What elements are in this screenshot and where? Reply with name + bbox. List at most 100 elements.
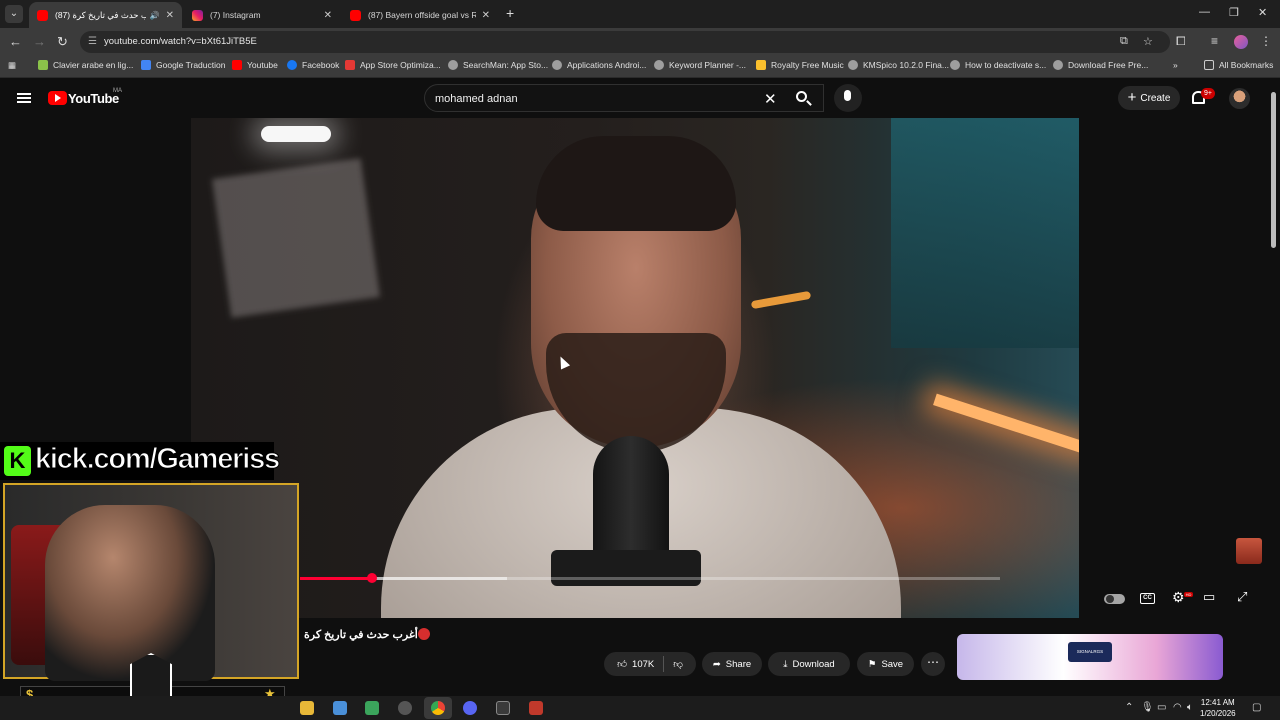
tab-bayern-video[interactable]: (87) Bayern offside goal vs Real ✕ <box>342 2 498 28</box>
bookmark-label: Youtube <box>247 60 278 70</box>
bookmark-favicon-icon <box>756 60 766 70</box>
bookmark-favicon-icon <box>232 60 242 70</box>
save-button[interactable]: ⚑ Save <box>857 652 914 676</box>
close-window-icon[interactable]: ✕ <box>1258 6 1267 19</box>
clear-search-icon[interactable]: ✕ <box>764 90 777 108</box>
notifications-center-icon[interactable]: ▢ <box>1252 702 1261 713</box>
bookmark-item[interactable]: Clavier arabe en lig... <box>38 60 133 70</box>
bookmark-item[interactable]: Keyword Planner -... <box>654 60 746 70</box>
cast-icon[interactable]: ⧉ <box>1120 35 1128 48</box>
bookmark-item[interactable]: App Store Optimiza... <box>345 60 441 70</box>
thumbs-up-icon: 👍︎ <box>617 659 628 670</box>
browser-tab-strip: ⌄ (87) أغرب حدث في تاريخ كرة 🔊 ✕ (7) Ins… <box>0 0 1280 28</box>
bookmark-favicon-icon <box>654 60 664 70</box>
account-avatar[interactable] <box>1229 88 1250 109</box>
search-button[interactable] <box>782 84 822 112</box>
captions-icon[interactable]: CC <box>1140 593 1155 604</box>
like-dislike-group: 👍︎ 107K 👎︎ <box>604 652 696 676</box>
bookmark-label: Google Traduction <box>156 60 226 70</box>
miniplayer-icon[interactable]: ▭ <box>1203 589 1215 605</box>
share-button[interactable]: ➦ Share <box>702 652 762 676</box>
channel-watermark[interactable] <box>1236 538 1262 564</box>
reload-icon[interactable]: ↻ <box>57 34 68 50</box>
presenter-hair <box>536 136 736 231</box>
bookmark-item[interactable]: Youtube <box>232 60 278 70</box>
guide-menu-icon[interactable] <box>17 93 31 103</box>
speaker-icon[interactable]: 🔊 <box>150 11 160 20</box>
youtube-wordmark[interactable]: YouTube <box>68 91 119 106</box>
tray-volume-icon[interactable]: 🔈︎ <box>1187 702 1193 713</box>
chrome-menu-icon[interactable]: ⋮ <box>1260 34 1272 48</box>
forward-arrow-icon[interactable]: → <box>33 34 46 49</box>
youtube-logo-icon[interactable] <box>48 91 67 105</box>
ad-brand-logo: SIGNALRGS <box>1068 642 1112 662</box>
download-button[interactable]: ⤓ Download <box>768 652 850 676</box>
tab-groups-icon[interactable]: ≡ <box>1211 34 1218 48</box>
back-arrow-icon[interactable]: ← <box>9 34 22 49</box>
all-bookmarks-button[interactable]: All Bookmarks <box>1204 60 1273 70</box>
bookmark-label: Clavier arabe en lig... <box>53 60 134 70</box>
video-title: أغرب حدث في تاريخ كرة <box>304 629 418 641</box>
bookmarks-bar: ▦ Clavier arabe en lig... Google Traduct… <box>0 56 1280 78</box>
kick-channel-text: kick.com/Gameriss <box>35 443 281 476</box>
discord-icon[interactable] <box>463 701 477 715</box>
bookmarks-overflow-icon[interactable]: » <box>1173 60 1178 70</box>
apps-grid-icon[interactable]: ▦ <box>8 60 16 71</box>
youtube-icon <box>350 9 361 21</box>
address-bar[interactable]: ☰ youtube.com/watch?v=bXt61JiTB5E ⧉ ☆ <box>80 31 1170 53</box>
file-explorer-icon[interactable] <box>300 701 314 715</box>
site-info-icon[interactable]: ☰ <box>88 36 97 47</box>
fullscreen-icon[interactable]: ⤢ <box>1237 589 1247 605</box>
tray-wifi-icon[interactable]: ◠ <box>1173 702 1182 713</box>
tf-app-icon[interactable] <box>529 701 543 715</box>
bookmark-item[interactable]: Royalty Free Music <box>756 60 844 70</box>
like-button[interactable]: 👍︎ 107K <box>617 658 654 671</box>
bookmark-item[interactable]: Download Free Pre... <box>1053 60 1148 70</box>
more-actions-icon[interactable]: ⋯ <box>921 652 945 676</box>
bookmark-item[interactable]: SearchMan: App Sto... <box>448 60 548 70</box>
page-scrollbar[interactable] <box>1271 92 1276 248</box>
notepad-icon[interactable] <box>333 701 347 715</box>
bookmark-star-icon[interactable]: ☆ <box>1143 35 1153 48</box>
video-player[interactable] <box>191 118 1079 618</box>
bookmark-item[interactable]: KMSpico 10.2.0 Fina... <box>848 60 949 70</box>
kick-banner: K kick.com/Gameriss <box>0 442 281 480</box>
tray-mic-icon[interactable]: 🎙︎ <box>1141 702 1154 713</box>
url-text: youtube.com/watch?v=bXt61JiTB5E <box>104 36 257 47</box>
close-tab-icon[interactable]: ✕ <box>166 10 174 21</box>
youtube-icon <box>37 9 48 21</box>
restore-icon[interactable]: ❐ <box>1229 6 1239 19</box>
autoplay-toggle[interactable] <box>1104 594 1125 604</box>
terminal-icon[interactable] <box>496 701 510 715</box>
bookmark-item[interactable]: Google Traduction <box>141 60 225 70</box>
tab-instagram[interactable]: (7) Instagram ✕ <box>184 2 340 28</box>
bookmark-item[interactable]: How to deactivate s... <box>950 60 1046 70</box>
bookmark-label: Royalty Free Music <box>771 60 844 70</box>
create-label: Create <box>1140 92 1171 104</box>
thumbs-down-icon[interactable]: 👎︎ <box>673 658 683 670</box>
obs-icon[interactable] <box>398 701 412 715</box>
profile-avatar[interactable] <box>1234 35 1248 49</box>
bookmark-item[interactable]: Applications Androi... <box>552 60 646 70</box>
tray-network-icon[interactable]: ▭ <box>1157 702 1166 713</box>
chrome-icon[interactable] <box>431 701 445 715</box>
create-button[interactable]: + Create <box>1118 86 1180 110</box>
tray-expand-icon[interactable]: ⌃ <box>1125 702 1133 713</box>
minimize-icon[interactable]: — <box>1199 6 1210 18</box>
voice-search-button[interactable] <box>834 84 862 112</box>
system-clock[interactable]: 12:41 AM 1/20/2026 <box>1200 697 1236 719</box>
bookmark-save-icon: ⚑ <box>867 658 877 670</box>
bookmark-item[interactable]: Facebook <box>287 60 339 70</box>
new-tab-button[interactable]: + <box>506 5 514 21</box>
tab-youtube-video[interactable]: (87) أغرب حدث في تاريخ كرة 🔊 ✕ <box>29 2 182 28</box>
close-tab-icon[interactable]: ✕ <box>482 10 490 21</box>
search-input[interactable]: mohamed adnan ✕ <box>424 84 824 112</box>
bookmark-label: KMSpico 10.2.0 Fina... <box>863 60 949 70</box>
tab-search-menu-button[interactable]: ⌄ <box>5 5 23 23</box>
angry-face-emoji-icon <box>418 628 430 640</box>
settings-gear-icon[interactable]: ⚙ <box>1172 589 1185 606</box>
scrubber-handle[interactable] <box>367 573 377 583</box>
close-tab-icon[interactable]: ✕ <box>324 10 332 21</box>
extensions-icon[interactable]: ⧠ <box>1176 34 1186 49</box>
app-green-icon[interactable] <box>365 701 379 715</box>
